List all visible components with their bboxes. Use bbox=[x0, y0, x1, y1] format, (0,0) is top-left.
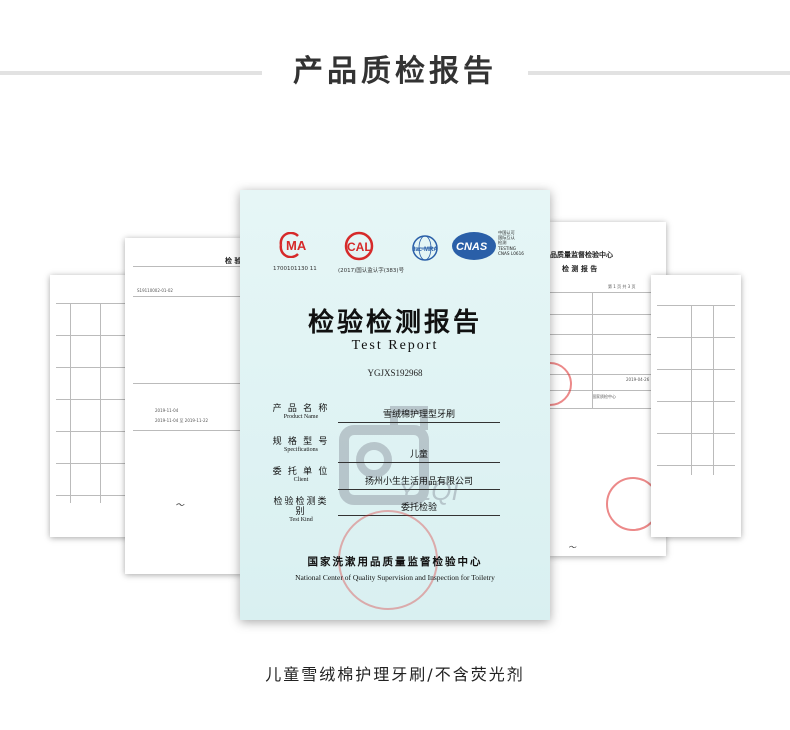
divider-left bbox=[0, 71, 262, 75]
left-page-title: 检 验 bbox=[225, 257, 242, 265]
right-page-center: 国家质检中心 bbox=[592, 394, 616, 399]
cma-logo-icon: MA bbox=[279, 232, 307, 258]
field-label-en: Test Kind bbox=[289, 517, 313, 523]
field-label-en: Specifications bbox=[284, 447, 318, 453]
field-value-test-kind: 委托检验 bbox=[338, 502, 500, 516]
cal-logo-text: CAL bbox=[347, 240, 372, 254]
seal-red-partial bbox=[548, 362, 572, 406]
field-label-cn: 产 品 名 称 bbox=[272, 403, 330, 413]
report-title: 检验检测报告 bbox=[307, 308, 482, 338]
ilac-mra-logo-icon: ilac-MRA bbox=[412, 235, 438, 261]
field-label-en: Client bbox=[293, 477, 309, 483]
cal-number: (2017)国认监认字(383)号 bbox=[338, 268, 405, 274]
ilac-logo-text: ilac-MRA bbox=[412, 247, 438, 253]
cnas-logo-icon: CNAS bbox=[452, 232, 496, 260]
report-number: YGJXS192968 bbox=[367, 368, 423, 378]
field-label-product-name: 产 品 名 称 Product Name bbox=[270, 403, 332, 421]
field-value-client: 扬州小生生活用品有限公司 bbox=[338, 476, 500, 490]
cnas-caption: 中国认可 国际互认 检测 TESTING CNAS L0616 bbox=[498, 230, 524, 256]
institution-name-cn: 国家洗漱用品质量监督检验中心 bbox=[307, 556, 483, 568]
report-page-far-right bbox=[651, 275, 741, 537]
left-page-signature: ～ bbox=[175, 501, 185, 511]
page-title: 产品质检报告 bbox=[293, 54, 497, 89]
field-label-en: Product Name bbox=[283, 414, 319, 420]
field-label-client: 委 托 单 位 Client bbox=[270, 466, 332, 484]
ma-logo-text: MA bbox=[286, 238, 307, 253]
field-label-cn: 规 格 型 号 bbox=[272, 436, 330, 446]
divider-right bbox=[528, 71, 790, 75]
right-page-date: 2019-04-26 bbox=[626, 377, 650, 382]
field-label-cn: 检验检测类别 bbox=[273, 496, 329, 516]
cal-logo-icon: CAL bbox=[344, 231, 374, 261]
report-page-left: 检 验 S19110002-01-02 2019-11-04 2019-11-0… bbox=[125, 238, 243, 574]
field-label-cn: 委 托 单 位 bbox=[272, 466, 330, 476]
ma-number: 1700101130 11 bbox=[273, 266, 317, 272]
left-page-range: 2019-11-04 至 2019-11-22 bbox=[155, 418, 209, 423]
field-label-test-kind: 检验检测类别 Test Kind bbox=[270, 496, 332, 524]
field-value-specifications: 儿童 bbox=[338, 449, 500, 463]
right-page-title: 品质量监督检验中心 bbox=[550, 251, 613, 259]
left-page-date: 2019-11-04 bbox=[155, 408, 179, 413]
field-label-specifications: 规 格 型 号 Specifications bbox=[270, 436, 332, 454]
product-caption: 儿童雪绒棉护理牙刷/不含荧光剂 bbox=[265, 665, 525, 684]
institution-name-en: National Center of Quality Supervision a… bbox=[295, 573, 495, 582]
report-page-right: 品质量监督检验中心 检 测 报 告 第 1 页 共 3 页 2019-04-26… bbox=[548, 222, 666, 556]
right-page-number: 第 1 页 共 3 页 bbox=[608, 284, 636, 289]
page-header: 产品质检报告 bbox=[0, 52, 790, 92]
cnas-caption-line: CNAS L0616 bbox=[498, 250, 524, 256]
report-subtitle: Test Report bbox=[351, 338, 439, 353]
right-page-subtitle: 检 测 报 告 bbox=[562, 265, 598, 273]
left-page-sample-no: S19110002-01-02 bbox=[137, 288, 173, 293]
right-page-signature: ～ bbox=[568, 543, 576, 552]
field-value-product-name: 雪绒棉护理型牙刷 bbox=[338, 409, 500, 423]
cnas-logo-text: CNAS bbox=[456, 241, 488, 253]
test-report-cover: MA 1700101130 11 CAL (2017)国认监认字(383)号 i… bbox=[240, 190, 550, 620]
